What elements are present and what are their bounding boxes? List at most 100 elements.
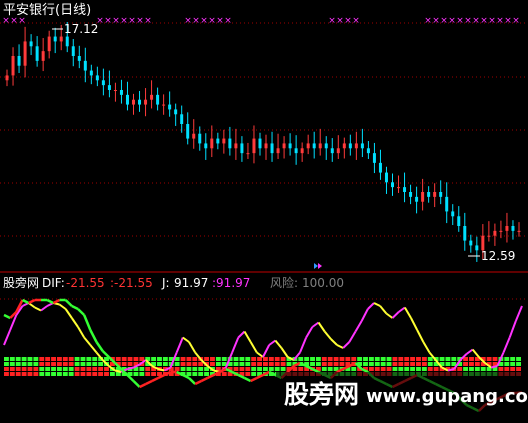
candle-body-45	[276, 148, 280, 154]
dif-value: -21.55	[66, 276, 105, 290]
signal-cell-1-56	[333, 362, 339, 366]
signal-cell-0-21	[127, 357, 133, 361]
signal-cell-0-4	[27, 357, 33, 361]
signal-cell-0-15	[92, 357, 98, 361]
j-line-segment-10	[58, 303, 67, 310]
signal-cell-1-53	[315, 362, 321, 366]
j-line-segment-53	[323, 330, 332, 340]
candle-body-37	[228, 138, 232, 149]
candle-body-67	[409, 192, 413, 197]
signal-cell-2-44	[263, 367, 268, 371]
signal-cell-0-67	[398, 357, 404, 361]
signal-marker-26: ×	[472, 16, 480, 26]
candle-body-20	[125, 94, 129, 105]
signal-cell-1-70	[416, 362, 421, 366]
signal-cell-0-13	[80, 357, 86, 361]
candle-body-64	[391, 182, 394, 188]
signal-cell-2-8	[51, 367, 56, 371]
signal-cell-2-0	[4, 367, 9, 371]
j-line-segment-30	[182, 336, 190, 343]
signal-cell-3-1	[9, 372, 15, 376]
signal-cell-3-7	[45, 372, 51, 376]
signal-cell-3-23	[139, 372, 145, 376]
signal-cell-1-16	[98, 362, 104, 366]
signal-marker-5: ×	[112, 16, 120, 26]
j-line-segment-60	[367, 302, 375, 310]
candle-body-16	[101, 80, 105, 86]
signal-cell-0-14	[86, 357, 92, 361]
j-line-segment-1	[3, 329, 12, 346]
signal-cell-3-24	[145, 372, 151, 376]
signal-cell-0-40	[239, 357, 245, 361]
signal-cell-0-54	[321, 357, 327, 361]
signal-cell-2-64	[380, 367, 386, 371]
indicator-name: 股旁网	[3, 275, 39, 290]
signal-cell-1-40	[239, 362, 245, 366]
candle-body-42	[258, 138, 262, 149]
j-line-segment-29	[175, 337, 184, 353]
upper-panel-title: 平安银行(日线)	[3, 3, 91, 18]
signal-cell-0-31	[186, 357, 192, 361]
signal-cell-1-32	[192, 362, 198, 366]
signal-cell-2-55	[327, 367, 333, 371]
signal-cell-1-43	[257, 362, 262, 366]
j-line-segment-69	[422, 341, 431, 354]
signal-marker-27: ×	[480, 16, 488, 26]
signal-marker-28: ×	[488, 16, 496, 26]
signal-cell-3-15	[92, 372, 98, 376]
scroll-indicator[interactable]	[314, 263, 322, 269]
signal-cell-3-16	[98, 372, 104, 376]
signal-cell-1-78	[463, 362, 469, 366]
signal-cell-0-52	[310, 357, 315, 361]
signal-marker-24: ×	[456, 16, 464, 26]
dif-line-segment-15	[89, 329, 98, 343]
risk-value: 100.00	[302, 276, 344, 290]
signal-cell-0-41	[245, 357, 251, 361]
signal-cell-1-8	[51, 362, 56, 366]
signal-cell-1-3	[21, 362, 27, 366]
signal-cell-2-59	[351, 367, 357, 371]
signal-cell-3-17	[104, 372, 109, 376]
signal-cell-2-33	[198, 367, 204, 371]
j-line-segment-66	[403, 306, 412, 319]
candle-body-29	[180, 114, 184, 124]
signal-cell-1-20	[121, 362, 127, 366]
high-price-label: 17.12	[64, 22, 98, 36]
signal-cell-2-10	[62, 367, 68, 371]
candle-body-71	[433, 192, 437, 197]
signal-marker-13: ×	[208, 16, 216, 26]
signal-cell-0-61	[363, 357, 368, 361]
j-line-segment-62	[379, 305, 388, 315]
signal-marker-11: ×	[192, 16, 200, 26]
candle-body-72	[439, 192, 443, 197]
signal-cell-0-3	[21, 357, 27, 361]
signal-cell-1-63	[374, 362, 380, 366]
signal-cell-0-1	[9, 357, 15, 361]
signal-cell-2-45	[268, 367, 274, 371]
signal-cell-1-10	[62, 362, 68, 366]
dif-line-segment-33	[200, 376, 209, 383]
j-line-segment-77	[471, 348, 480, 358]
j-line-segment-55	[336, 344, 344, 349]
j-line-segment-12	[71, 317, 79, 328]
signal-cell-0-10	[62, 357, 68, 361]
dif-label: DIF:	[42, 276, 65, 290]
signal-cell-2-68	[404, 367, 410, 371]
candle-body-38	[234, 143, 238, 149]
signal-cell-1-68	[404, 362, 410, 366]
signal-cell-1-79	[469, 362, 474, 366]
j-line-segment-6	[34, 306, 42, 312]
signal-cell-1-75	[445, 362, 451, 366]
candle-body-59	[360, 143, 364, 149]
candle-body-62	[378, 162, 382, 173]
signal-cell-1-0	[4, 362, 9, 366]
candle-body-27	[168, 104, 172, 110]
j-line-segment-56	[342, 341, 351, 349]
candle-body-54	[330, 148, 334, 154]
signal-cell-0-68	[404, 357, 410, 361]
signal-marker-31: ×	[512, 16, 520, 26]
signal-cell-2-29	[174, 367, 180, 371]
signal-cell-0-0	[4, 357, 9, 361]
signal-marker-16: ×	[328, 16, 336, 26]
signal-cell-3-4	[27, 372, 33, 376]
